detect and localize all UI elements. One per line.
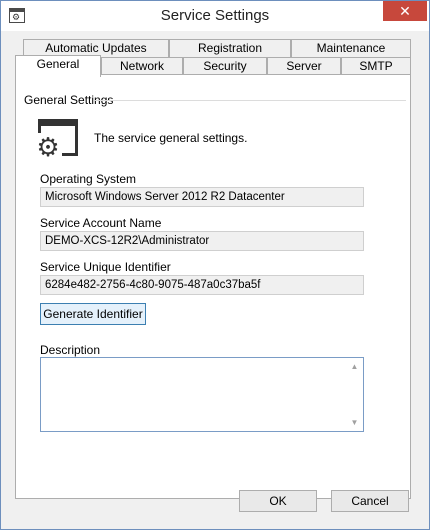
uid-field: 6284e482-2756-4c80-9075-487a0c37ba5f	[40, 275, 364, 295]
general-tab-panel: General Settings ⚙ The service general s…	[15, 74, 411, 499]
description-textarea[interactable]: ▲ ▼	[40, 357, 364, 432]
os-field: Microsoft Windows Server 2012 R2 Datacen…	[40, 187, 364, 207]
service-settings-window: ⚙ Service Settings ✕ Automatic Updates R…	[0, 0, 430, 530]
dialog-body: Automatic Updates Registration Maintenan…	[9, 31, 421, 521]
generate-identifier-button[interactable]: Generate Identifier	[40, 303, 146, 325]
uid-label: Service Unique Identifier	[40, 260, 171, 274]
group-description: The service general settings.	[94, 131, 248, 145]
settings-gear-icon: ⚙	[34, 119, 82, 161]
tab-maintenance[interactable]: Maintenance	[291, 39, 411, 57]
group-divider	[94, 100, 406, 101]
scroll-down-icon[interactable]: ▼	[346, 414, 363, 431]
description-scrollbar[interactable]: ▲ ▼	[346, 358, 363, 431]
window-title: Service Settings	[160, 7, 270, 24]
account-label: Service Account Name	[40, 216, 162, 230]
tab-registration[interactable]: Registration	[169, 39, 291, 57]
tab-security[interactable]: Security	[183, 57, 267, 75]
tab-smtp[interactable]: SMTP	[341, 57, 411, 75]
cancel-button[interactable]: Cancel	[331, 490, 409, 512]
scroll-up-icon[interactable]: ▲	[346, 358, 363, 375]
description-label: Description	[40, 343, 101, 357]
ok-button[interactable]: OK	[239, 490, 317, 512]
os-label: Operating System	[40, 172, 137, 186]
tab-network[interactable]: Network	[101, 57, 183, 75]
account-field: DEMO-XCS-12R2\Administrator	[40, 231, 364, 251]
tab-general[interactable]: General	[15, 55, 101, 77]
tab-server[interactable]: Server	[267, 57, 341, 75]
close-button[interactable]: ✕	[383, 1, 427, 21]
title-bar: ⚙ Service Settings ✕	[1, 1, 429, 31]
